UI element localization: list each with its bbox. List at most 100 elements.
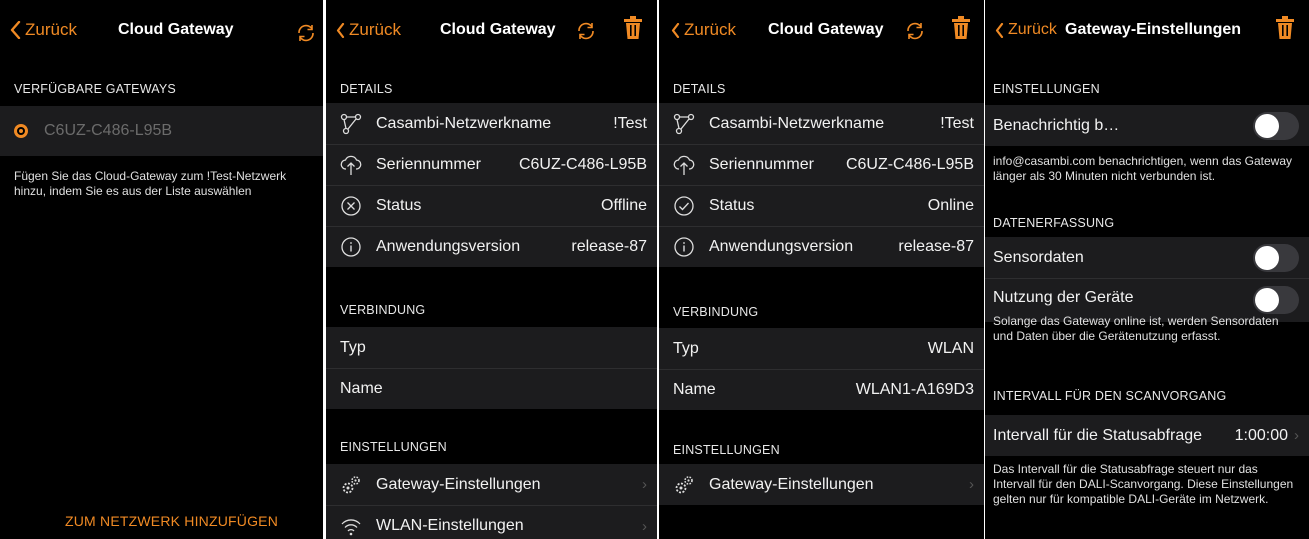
notify-label: Benachrichtig bei Verbindungsabbruch	[993, 116, 1123, 134]
row-value: C6UZ-C486-L95B	[845, 156, 974, 173]
row-label: Name	[340, 380, 383, 397]
refresh-icon[interactable]	[296, 23, 316, 43]
name-row: Name WLAN1-A169D3	[659, 369, 984, 410]
chevron-right-icon: ›	[969, 476, 974, 493]
info-icon	[340, 236, 362, 258]
chevron-right-icon: ›	[642, 517, 647, 535]
row-label: Gateway-Einstellungen	[376, 475, 541, 493]
nav-bar: Zurück Cloud Gateway	[326, 0, 657, 62]
back-button[interactable]: Zurück	[10, 20, 77, 40]
back-button[interactable]: Zurück	[671, 20, 736, 40]
trash-icon[interactable]	[1275, 16, 1295, 40]
scan-interval-group: Intervall für die Statusabfrage 1:00:00 …	[985, 415, 1309, 456]
row-label: Anwendungsversion	[376, 238, 521, 255]
notify-toggle[interactable]	[1253, 111, 1299, 140]
chevron-right-icon: ›	[642, 476, 647, 493]
usage-label: Nutzung der Geräte	[993, 289, 1134, 306]
row-value: !Test	[613, 114, 647, 132]
gateway-list-item[interactable]: C6UZ-C486-L95B	[0, 106, 323, 156]
type-row: Typ WLAN	[659, 328, 984, 369]
trash-icon[interactable]	[623, 16, 643, 40]
chevron-left-icon	[336, 22, 345, 38]
gateway-id: C6UZ-C486-L95B	[44, 122, 173, 139]
status-row: Status Offline	[326, 185, 657, 226]
status-row: Status Online	[659, 185, 984, 226]
gears-icon	[673, 474, 695, 496]
selected-radio-icon	[14, 124, 28, 138]
status-interval-row[interactable]: Intervall für die Statusabfrage 1:00:00 …	[985, 415, 1309, 456]
settings-group: Gateway-Einstellungen ›	[659, 464, 984, 505]
wlan-settings-row[interactable]: WLAN-Einstellungen ›	[326, 505, 657, 539]
connection-header: VERBINDUNG	[340, 303, 426, 317]
chevron-right-icon: ›	[1294, 427, 1299, 444]
details-header: DETAILS	[673, 82, 726, 96]
gateway-details-offline-screen: Zurück Cloud Gateway DETAILS Casambi-Net…	[326, 0, 657, 539]
gateway-list-screen: Zurück Cloud Gateway VERFÜGBARE GATEWAYS…	[0, 0, 323, 539]
row-value: C6UZ-C486-L95B	[518, 156, 647, 173]
nav-bar: Zurück Cloud Gateway	[659, 0, 984, 62]
hint-text: Fügen Sie das Cloud-Gateway zum !Test-Ne…	[14, 169, 287, 198]
details-header: DETAILS	[340, 82, 393, 96]
nav-bar: Zurück Cloud Gateway	[0, 0, 323, 62]
trash-icon[interactable]	[951, 16, 971, 40]
info-icon	[673, 236, 695, 258]
settings-header: EINSTELLUNGEN	[673, 443, 780, 457]
online-check-icon	[673, 195, 695, 217]
data-collection-header: DATENERFASSUNG	[993, 216, 1115, 230]
usage-toggle[interactable]	[1253, 286, 1299, 314]
connection-header: VERBINDUNG	[673, 305, 759, 319]
gateway-details-online-screen: Zurück Cloud Gateway DETAILS Casambi-Net…	[659, 0, 984, 539]
gateway-settings-screen: Zurück Gateway-Einstellungen EINSTELLUNG…	[985, 0, 1309, 539]
page-title: Cloud Gateway	[768, 21, 884, 38]
details-group: Casambi-Netzwerkname !Test Seriennummer …	[326, 103, 657, 267]
connection-group: Typ Name	[326, 327, 657, 409]
settings-header: EINSTELLUNGEN	[993, 82, 1100, 96]
row-label: Anwendungsversion	[709, 238, 854, 255]
settings-group: Gateway-Einstellungen › WLAN-Einstellung…	[326, 464, 657, 539]
back-button[interactable]: Zurück	[336, 20, 401, 40]
chevron-left-icon	[995, 22, 1004, 38]
chevron-left-icon	[10, 21, 21, 39]
notify-group: Benachrichtig bei Verbindungsabbruch	[985, 105, 1309, 146]
cloud-upload-icon	[340, 154, 362, 176]
row-label: Typ	[340, 338, 366, 356]
nav-bar: Zurück Gateway-Einstellungen	[985, 0, 1309, 62]
row-label: Typ	[673, 339, 699, 357]
back-button[interactable]: Zurück	[995, 21, 1057, 39]
usage-description: Solange das Gateway online ist, werden S…	[993, 314, 1279, 343]
status-value: Online	[927, 197, 974, 214]
gears-icon	[340, 474, 362, 496]
row-label: Gateway-Einstellungen	[709, 475, 874, 493]
sensor-toggle[interactable]	[1253, 243, 1299, 272]
network-icon	[673, 113, 695, 135]
row-label: Seriennummer	[709, 156, 814, 173]
name-row: Name	[326, 368, 657, 409]
section-header: VERFÜGBARE GATEWAYS	[14, 82, 176, 96]
page-title: Cloud Gateway	[440, 21, 556, 38]
offline-x-icon	[340, 195, 362, 217]
gateway-settings-row[interactable]: Gateway-Einstellungen ›	[326, 464, 657, 505]
serial-number-row: Seriennummer C6UZ-C486-L95B	[326, 144, 657, 185]
wifi-icon	[340, 515, 362, 537]
row-label: Casambi-Netzwerkname	[376, 114, 552, 132]
details-group: Casambi-Netzwerkname !Test Seriennummer …	[659, 103, 984, 267]
gateway-settings-row[interactable]: Gateway-Einstellungen ›	[659, 464, 984, 505]
back-label: Zurück	[25, 20, 77, 39]
serial-number-row: Seriennummer C6UZ-C486-L95B	[659, 144, 984, 185]
row-label: Status	[709, 197, 755, 214]
sensor-data-row: Sensordaten	[985, 237, 1309, 278]
interval-footer: Das Intervall für die Statusabfrage steu…	[993, 462, 1294, 506]
notify-row: Benachrichtig bei Verbindungsabbruch	[985, 105, 1309, 146]
row-value: WLAN1-A169D3	[855, 381, 974, 398]
back-label: Zurück	[349, 20, 401, 39]
interval-label: Intervall für die Statusabfrage	[993, 426, 1203, 444]
refresh-icon[interactable]	[905, 21, 925, 41]
row-label: Status	[376, 197, 422, 214]
refresh-icon[interactable]	[576, 21, 596, 41]
row-label: WLAN-Einstellungen	[376, 517, 524, 534]
back-label: Zurück	[1008, 21, 1057, 38]
interval-value: 1:00:00	[1234, 426, 1288, 444]
network-name-row: Casambi-Netzwerkname !Test	[659, 103, 984, 144]
add-to-network-button[interactable]: ZUM NETZWERK HINZUFÜGEN	[65, 513, 278, 529]
network-icon	[340, 113, 362, 135]
